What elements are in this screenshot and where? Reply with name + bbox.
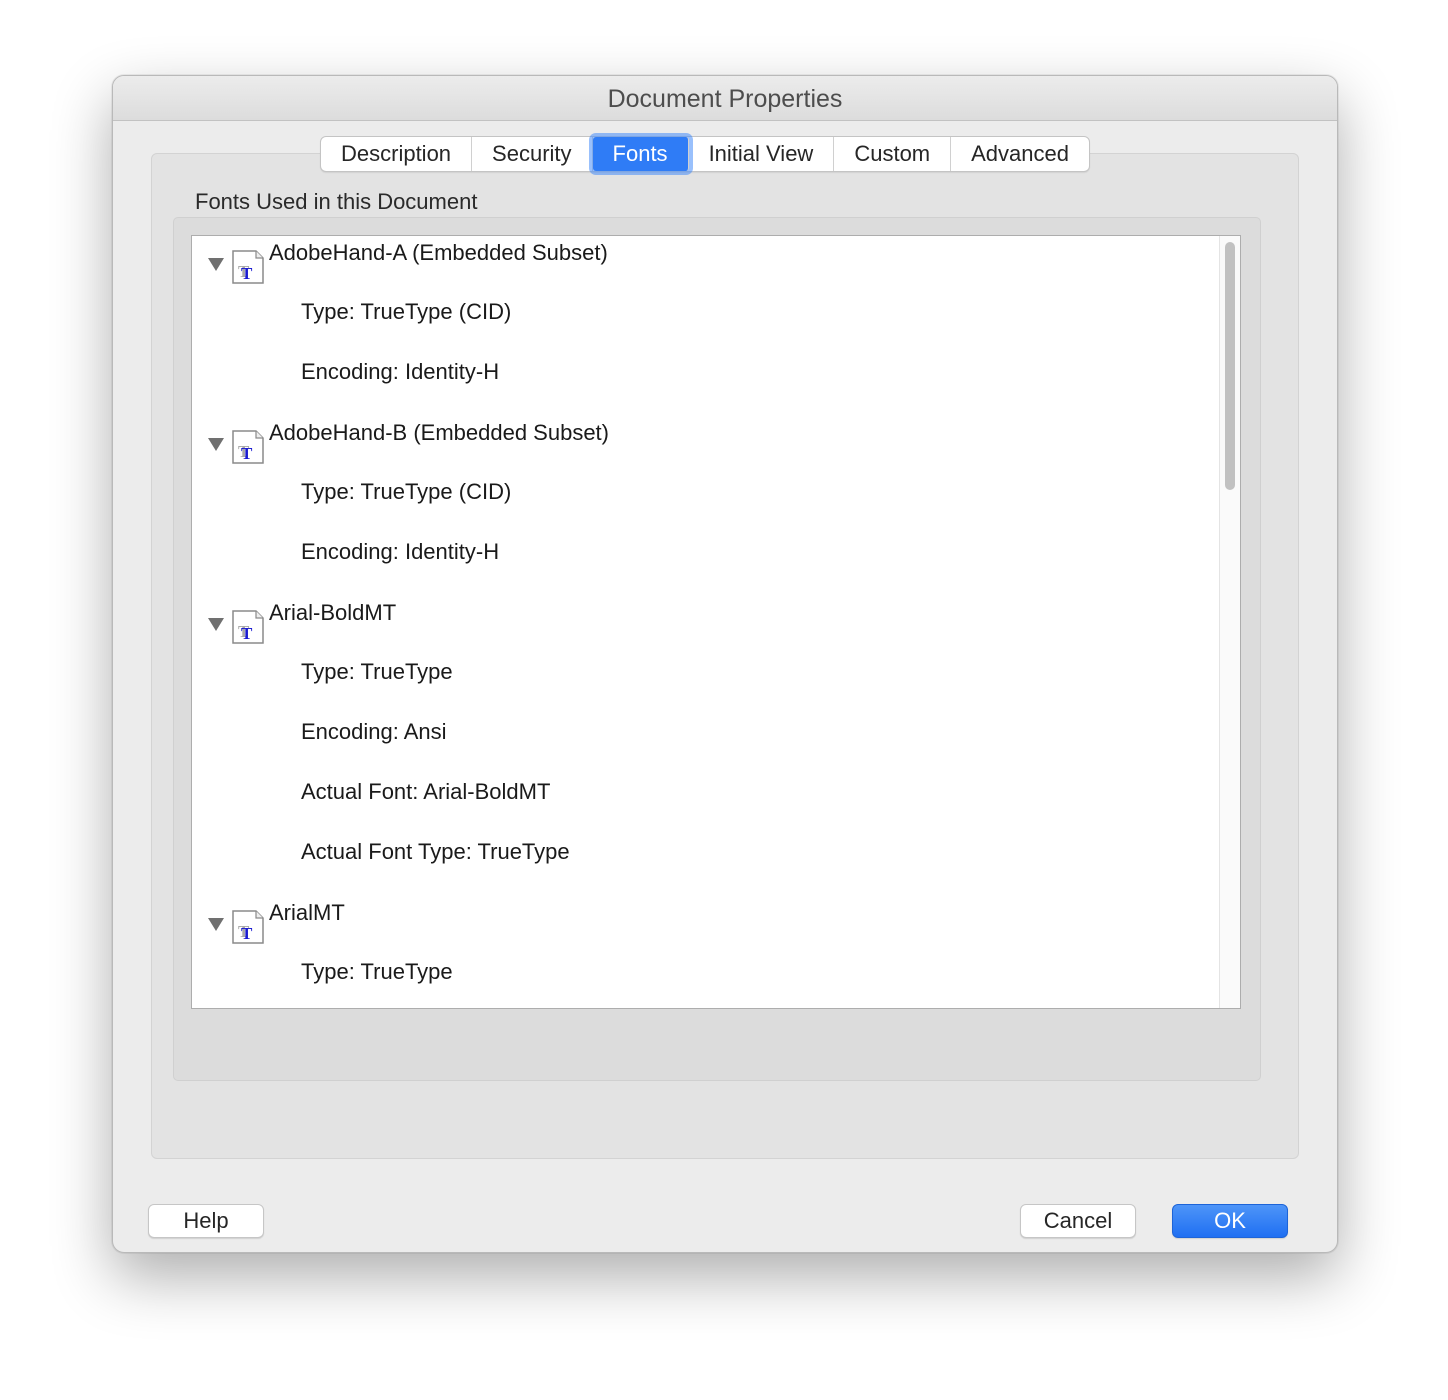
font-property: Encoding: Identity-H	[301, 539, 500, 564]
truetype-font-icon: T T	[232, 430, 264, 464]
disclosure-triangle-icon[interactable]	[208, 918, 224, 931]
cancel-button[interactable]: Cancel	[1020, 1204, 1136, 1238]
help-button[interactable]: Help	[148, 1204, 264, 1238]
font-name: AdobeHand-B (Embedded Subset)	[269, 420, 609, 445]
vertical-scrollbar[interactable]	[1219, 236, 1240, 1008]
ok-button[interactable]: OK	[1172, 1204, 1288, 1238]
svg-text:T: T	[241, 444, 253, 463]
svg-text:T: T	[241, 924, 253, 943]
disclosure-triangle-icon[interactable]	[208, 258, 224, 271]
tab-bar: Description Security Fonts Initial View …	[320, 136, 1090, 172]
svg-text:T: T	[241, 624, 253, 643]
font-property: Actual Font: Arial-BoldMT	[301, 779, 551, 804]
fonts-group-label: Fonts Used in this Document	[195, 189, 478, 214]
font-property: Type: TrueType (CID)	[301, 299, 512, 324]
font-property: Type: TrueType	[301, 959, 453, 984]
tab-initial-view[interactable]: Initial View	[689, 137, 835, 171]
tab-fonts[interactable]: Fonts	[592, 137, 689, 171]
disclosure-triangle-icon[interactable]	[208, 618, 224, 631]
svg-text:T: T	[241, 264, 253, 283]
font-property: Actual Font Type: TrueType	[301, 839, 570, 864]
document-properties-dialog: Document Properties Description Security…	[112, 75, 1338, 1253]
tab-description[interactable]: Description	[321, 137, 473, 171]
font-name: Arial-BoldMT	[269, 600, 397, 625]
tab-security[interactable]: Security	[472, 137, 593, 171]
tab-custom[interactable]: Custom	[834, 137, 952, 171]
font-property: Encoding: Ansi	[301, 719, 447, 744]
window-title: Document Properties	[113, 76, 1337, 121]
font-name: AdobeHand-A (Embedded Subset)	[269, 240, 608, 265]
font-property: Encoding: Identity-H	[301, 359, 500, 384]
truetype-font-icon: T T	[232, 910, 264, 944]
font-property: Type: TrueType	[301, 659, 453, 684]
disclosure-triangle-icon[interactable]	[208, 438, 224, 451]
tab-advanced[interactable]: Advanced	[951, 137, 1089, 171]
scrollbar-thumb[interactable]	[1225, 242, 1235, 490]
truetype-font-icon: T T	[232, 610, 264, 644]
truetype-font-icon: T T	[232, 250, 264, 284]
font-property: Type: TrueType (CID)	[301, 479, 512, 504]
fonts-list[interactable]: T T AdobeHand-A (Embedded Subset) Type: …	[191, 235, 1241, 1009]
font-name: ArialMT	[269, 900, 345, 925]
